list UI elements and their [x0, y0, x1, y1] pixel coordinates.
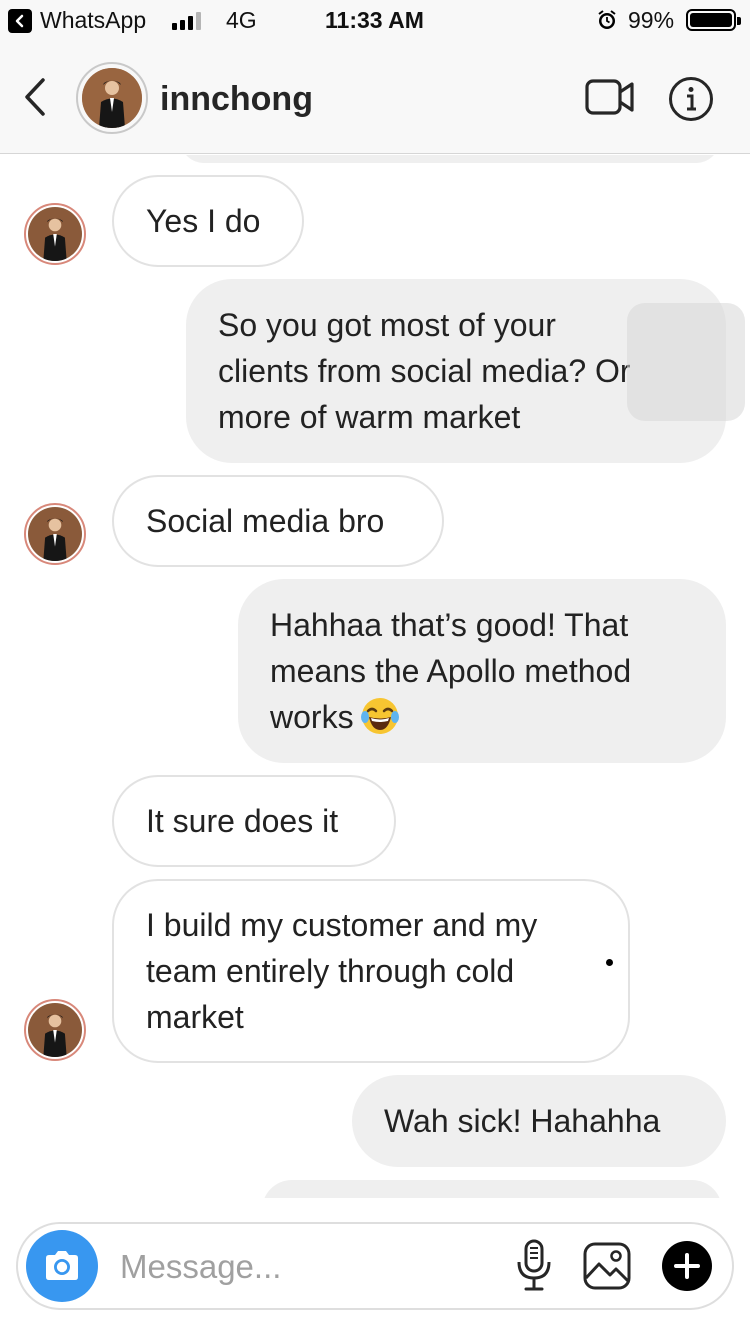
- message-composer: [16, 1222, 734, 1310]
- laughing-emoji-icon: [360, 696, 400, 736]
- sender-avatar[interactable]: [24, 503, 86, 565]
- message-text: It sure does it: [146, 803, 339, 839]
- message-text: I build my customer and my team entirely…: [146, 907, 538, 1035]
- conversation-header: innchong: [0, 42, 750, 154]
- message-bubble-outgoing[interactable]: Hahhaa that’s good! That means the Apoll…: [238, 579, 726, 763]
- header-avatar[interactable]: [76, 62, 148, 134]
- message-bubble-incoming[interactable]: I build my customer and my team entirely…: [112, 879, 630, 1063]
- next-message-bubble: [262, 1180, 722, 1198]
- back-arrow-icon: [8, 8, 32, 33]
- plus-icon[interactable]: [662, 1241, 712, 1291]
- battery-icon: [686, 9, 741, 31]
- microphone-icon[interactable]: [514, 1238, 554, 1299]
- camera-icon[interactable]: [26, 1230, 98, 1302]
- message-bubble-incoming[interactable]: Yes I do: [112, 175, 304, 267]
- status-bar: WhatsApp 4G 11:33 AM 99%: [0, 0, 750, 42]
- message-text: Yes I do: [146, 203, 261, 239]
- message-text: Wah sick! Hahahha: [384, 1103, 661, 1139]
- avatar: [28, 507, 82, 561]
- previous-message-bubble: [180, 155, 720, 163]
- status-time: 11:33 AM: [325, 7, 424, 33]
- avatar: [82, 68, 142, 128]
- back-to-app[interactable]: WhatsApp: [8, 7, 146, 34]
- chevron-left-icon[interactable]: [18, 74, 54, 120]
- sender-avatar[interactable]: [24, 203, 86, 265]
- image-icon[interactable]: [582, 1241, 632, 1296]
- info-icon[interactable]: [668, 76, 714, 127]
- typing-dot: [606, 959, 613, 966]
- message-thread[interactable]: Yes I do So you got most of your clients…: [0, 155, 750, 1198]
- message-input[interactable]: [120, 1244, 500, 1290]
- back-app-label: WhatsApp: [40, 7, 147, 33]
- overlay-shadow: [627, 303, 745, 421]
- avatar: [28, 1003, 82, 1057]
- message-text: So you got most of your clients from soc…: [218, 307, 631, 435]
- sender-avatar[interactable]: [24, 999, 86, 1061]
- video-camera-icon[interactable]: [584, 78, 636, 121]
- message-text: Social media bro: [146, 503, 385, 539]
- network-type: 4G: [226, 7, 257, 33]
- battery-level: [690, 13, 732, 27]
- signal-strength-icon: [172, 10, 201, 30]
- message-bubble-incoming[interactable]: It sure does it: [112, 775, 396, 867]
- message-text: Hahhaa that’s good! That means the Apoll…: [270, 607, 632, 735]
- conversation-username[interactable]: innchong: [160, 80, 313, 119]
- avatar: [28, 207, 82, 261]
- message-text-group: Hahhaa that’s good! That means the Apoll…: [270, 602, 631, 740]
- message-bubble-incoming[interactable]: Social media bro: [112, 475, 444, 567]
- alarm-icon: [596, 9, 618, 37]
- battery-percent: 99%: [628, 7, 675, 33]
- message-bubble-outgoing[interactable]: Wah sick! Hahahha: [352, 1075, 726, 1167]
